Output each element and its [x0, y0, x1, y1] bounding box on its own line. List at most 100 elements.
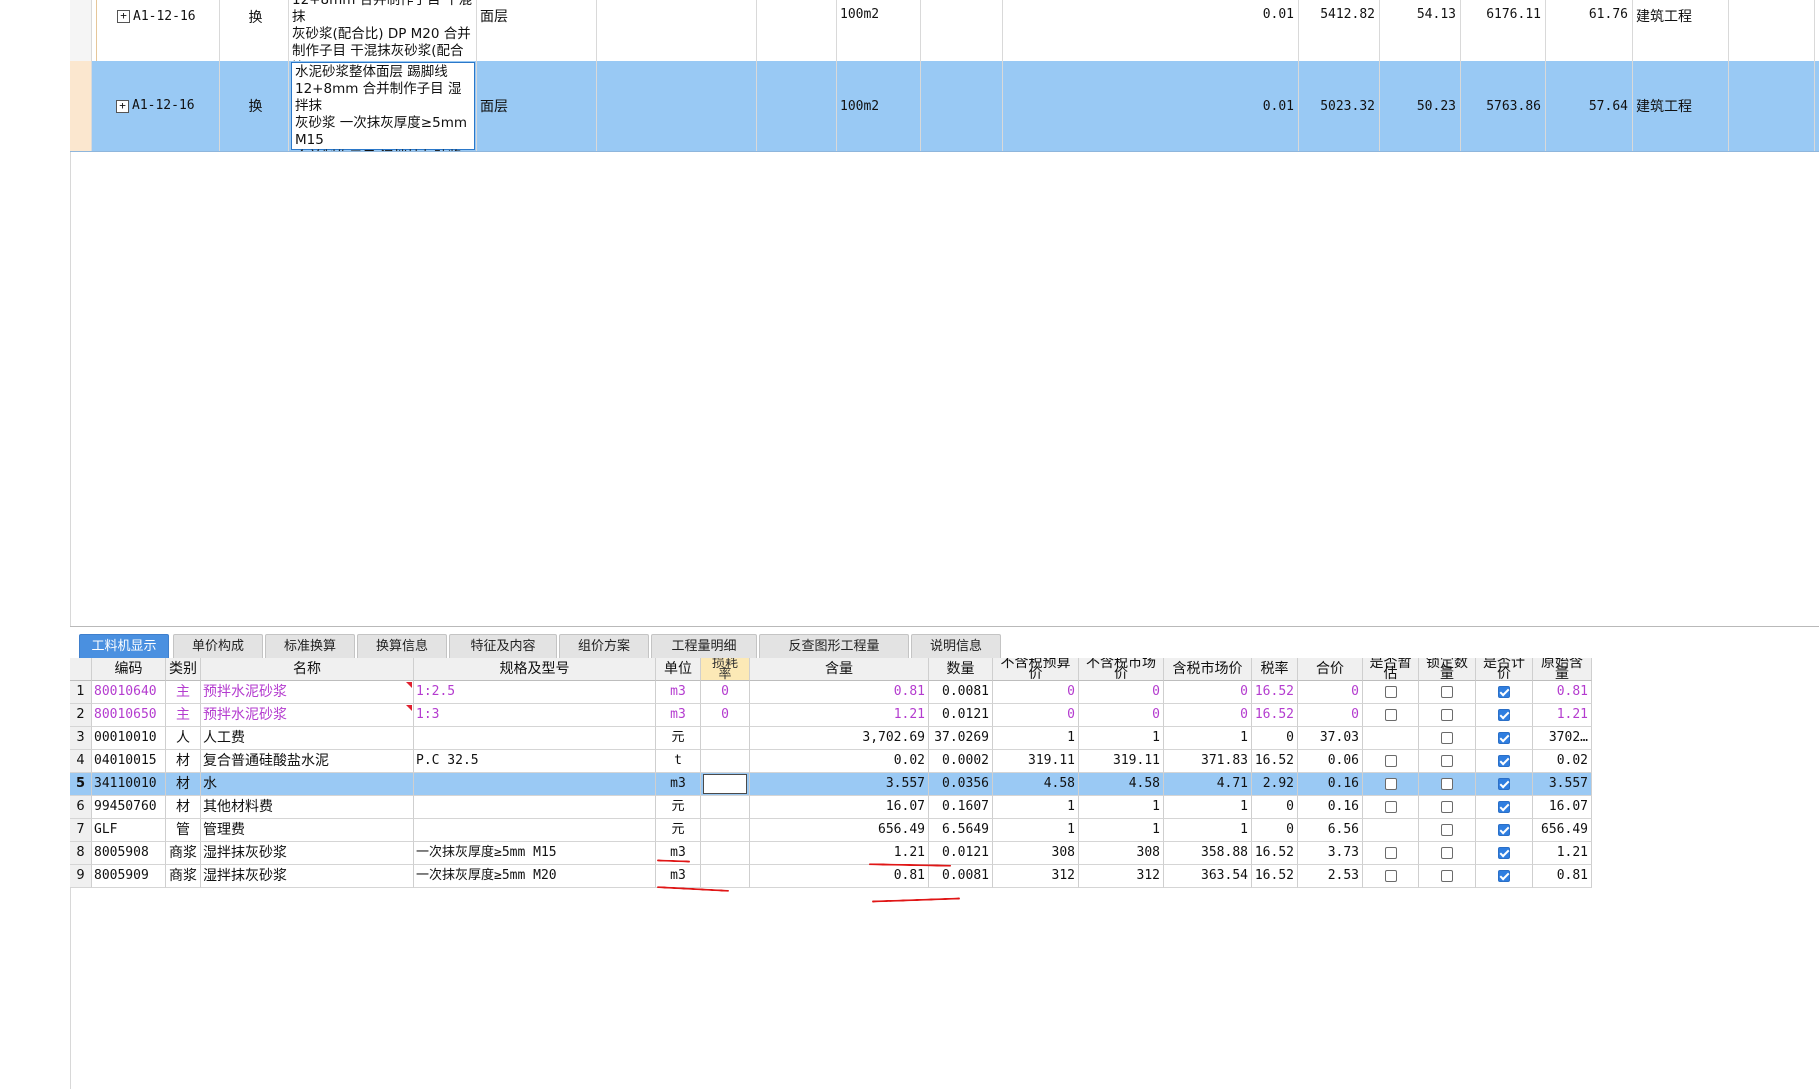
- resource-spec-cell[interactable]: [414, 796, 656, 819]
- tab-reverse-check-quantity[interactable]: 反查图形工程量: [759, 634, 909, 658]
- content-amount-cell[interactable]: 0.81: [750, 681, 929, 704]
- is-estimate-cell[interactable]: [1363, 750, 1419, 773]
- resource-name-cell[interactable]: 预拌水泥砂浆: [201, 681, 414, 704]
- item-description-cell[interactable]: 12+8mm 合并制作子目 干混抹 灰砂浆(配合比) DP M20 合并 制作子…: [289, 0, 477, 61]
- is-priced-cell[interactable]: [1476, 796, 1533, 819]
- resource-code-cell[interactable]: 80010640: [92, 681, 166, 704]
- is-priced-cell[interactable]: [1476, 704, 1533, 727]
- tab-labor-material-machine[interactable]: 工料机显示: [79, 634, 169, 658]
- column-header-tax-market-price[interactable]: 含税市场价: [1164, 658, 1252, 681]
- table-row[interactable]: 4 04010015 材复合普通硅酸盐水泥 P.C 32.5 t 0.02 0.0002 31…: [70, 750, 1592, 773]
- market-price-cell[interactable]: 1: [1079, 727, 1164, 750]
- tab-description-info[interactable]: 说明信息: [911, 634, 1001, 658]
- row-number-cell[interactable]: 2: [70, 704, 92, 727]
- market-price-cell[interactable]: 1: [1079, 796, 1164, 819]
- quantity-cell[interactable]: 0.0081: [929, 681, 993, 704]
- resource-code-cell[interactable]: GLF: [92, 819, 166, 842]
- quantity-cell[interactable]: 0.0002: [929, 750, 993, 773]
- market-price-cell[interactable]: 1: [1079, 819, 1164, 842]
- tab-quantity-details[interactable]: 工程量明细: [651, 634, 757, 658]
- is-priced-checkbox[interactable]: [1498, 870, 1510, 882]
- row-number-cell[interactable]: 4: [70, 750, 92, 773]
- resource-spec-cell[interactable]: 一次抹灰厚度≥5mm M20: [414, 865, 656, 888]
- row-header[interactable]: [70, 0, 92, 61]
- tax-rate-cell[interactable]: 16.52: [1252, 750, 1298, 773]
- resource-spec-cell[interactable]: 一次抹灰厚度≥5mm M15: [414, 842, 656, 865]
- row-number-cell[interactable]: 6: [70, 796, 92, 819]
- tax-market-price-cell[interactable]: 358.88: [1164, 842, 1252, 865]
- lock-quantity-cell[interactable]: [1419, 865, 1476, 888]
- loss-rate-cell[interactable]: [701, 750, 750, 773]
- total-price-cell[interactable]: 0.16: [1298, 796, 1363, 819]
- is-priced-checkbox[interactable]: [1498, 824, 1510, 836]
- tax-market-price-cell[interactable]: 371.83: [1164, 750, 1252, 773]
- tax-market-price-cell[interactable]: 1: [1164, 796, 1252, 819]
- table-row[interactable]: 3 00010010 人人工费 元 3,702.69 37.0269 1 1 1 0 37.03 37…: [70, 727, 1592, 750]
- expand-icon[interactable]: +: [116, 99, 129, 113]
- resource-unit-cell[interactable]: 元: [656, 796, 701, 819]
- tax-rate-cell[interactable]: 16.52: [1252, 704, 1298, 727]
- lock-quantity-cell[interactable]: [1419, 796, 1476, 819]
- is-priced-cell[interactable]: [1476, 727, 1533, 750]
- lock-quantity-checkbox[interactable]: [1441, 755, 1453, 767]
- quantity-cell[interactable]: 0.0356: [929, 773, 993, 796]
- resource-type-cell[interactable]: 商浆: [166, 865, 201, 888]
- content-amount-cell[interactable]: 0.02: [750, 750, 929, 773]
- lock-quantity-checkbox[interactable]: [1441, 778, 1453, 790]
- is-priced-checkbox[interactable]: [1498, 709, 1510, 721]
- tab-conversion-info[interactable]: 换算信息: [357, 634, 447, 658]
- resource-code-cell[interactable]: 34110010: [92, 773, 166, 796]
- lock-quantity-checkbox[interactable]: [1441, 847, 1453, 859]
- is-priced-cell[interactable]: [1476, 819, 1533, 842]
- tax-market-price-cell[interactable]: 1: [1164, 819, 1252, 842]
- resource-type-cell[interactable]: 材: [166, 750, 201, 773]
- budget-price-cell[interactable]: 0: [993, 704, 1079, 727]
- row-number-cell[interactable]: 8: [70, 842, 92, 865]
- budget-price-cell[interactable]: 0: [993, 681, 1079, 704]
- column-header-resource-type[interactable]: 类别: [166, 658, 201, 681]
- column-header-total-price[interactable]: 合价: [1298, 658, 1363, 681]
- expand-icon[interactable]: +: [117, 10, 130, 23]
- resource-unit-cell[interactable]: m3: [656, 773, 701, 796]
- original-content-cell[interactable]: 1.21: [1533, 842, 1592, 865]
- lock-quantity-cell[interactable]: [1419, 819, 1476, 842]
- column-header-resource-code[interactable]: 编码: [92, 658, 166, 681]
- is-estimate-checkbox[interactable]: [1384, 686, 1397, 698]
- table-row-selected[interactable]: 5 34110010 材水 m3 3.557 0.0356 4.58 4.58 4.71 2.92…: [70, 773, 1592, 796]
- table-row[interactable]: 2 80010650 主预拌水泥砂浆 1:3 m3 0 1.21 0.0121 0 0 0 16.52…: [70, 704, 1592, 727]
- original-content-cell[interactable]: 656.49: [1533, 819, 1592, 842]
- column-header-resource-unit[interactable]: 单位: [656, 658, 701, 681]
- total-price-cell[interactable]: 2.53: [1298, 865, 1363, 888]
- tax-market-price-cell[interactable]: 4.71: [1164, 773, 1252, 796]
- tab-features-content[interactable]: 特征及内容: [449, 634, 557, 658]
- content-amount-cell[interactable]: 3.557: [750, 773, 929, 796]
- resource-code-cell[interactable]: 8005908: [92, 842, 166, 865]
- is-estimate-cell[interactable]: [1363, 727, 1419, 750]
- column-header-row-number[interactable]: [70, 658, 92, 681]
- item-code-cell[interactable]: + A1-12-16: [96, 61, 220, 151]
- resource-unit-cell[interactable]: 元: [656, 727, 701, 750]
- is-priced-cell[interactable]: [1476, 773, 1533, 796]
- total-price-cell[interactable]: 0: [1298, 681, 1363, 704]
- tax-market-price-cell[interactable]: 0: [1164, 704, 1252, 727]
- resource-type-cell[interactable]: 人: [166, 727, 201, 750]
- lock-quantity-checkbox[interactable]: [1441, 686, 1453, 698]
- column-header-content-amount[interactable]: 含量: [750, 658, 929, 681]
- resource-spec-cell[interactable]: [414, 819, 656, 842]
- item-description-editor[interactable]: 水泥砂浆整体面层 踢脚线 12+8mm 合并制作子目 湿拌抹 灰砂浆 一次抹灰厚…: [291, 62, 475, 151]
- is-priced-checkbox[interactable]: [1498, 732, 1510, 744]
- total-price-cell[interactable]: 0.16: [1298, 773, 1363, 796]
- row-number-cell[interactable]: 5: [70, 773, 92, 796]
- resource-name-cell[interactable]: 人工费: [201, 727, 414, 750]
- market-price-cell[interactable]: 0: [1079, 681, 1164, 704]
- is-estimate-checkbox[interactable]: [1384, 709, 1397, 721]
- original-content-cell[interactable]: 0.81: [1533, 865, 1592, 888]
- resource-name-cell[interactable]: 复合普通硅酸盐水泥: [201, 750, 414, 773]
- column-header-budget-price[interactable]: 不含税预算 价: [993, 658, 1079, 681]
- resource-spec-cell[interactable]: [414, 773, 656, 796]
- resource-unit-cell[interactable]: m3: [656, 704, 701, 727]
- is-priced-checkbox[interactable]: [1498, 778, 1510, 790]
- table-row[interactable]: 7 GLF 管管理费 元 656.49 6.5649 1 1 1 0 6.56 656.49: [70, 819, 1592, 842]
- resource-code-cell[interactable]: 80010650: [92, 704, 166, 727]
- resource-name-cell[interactable]: 管理费: [201, 819, 414, 842]
